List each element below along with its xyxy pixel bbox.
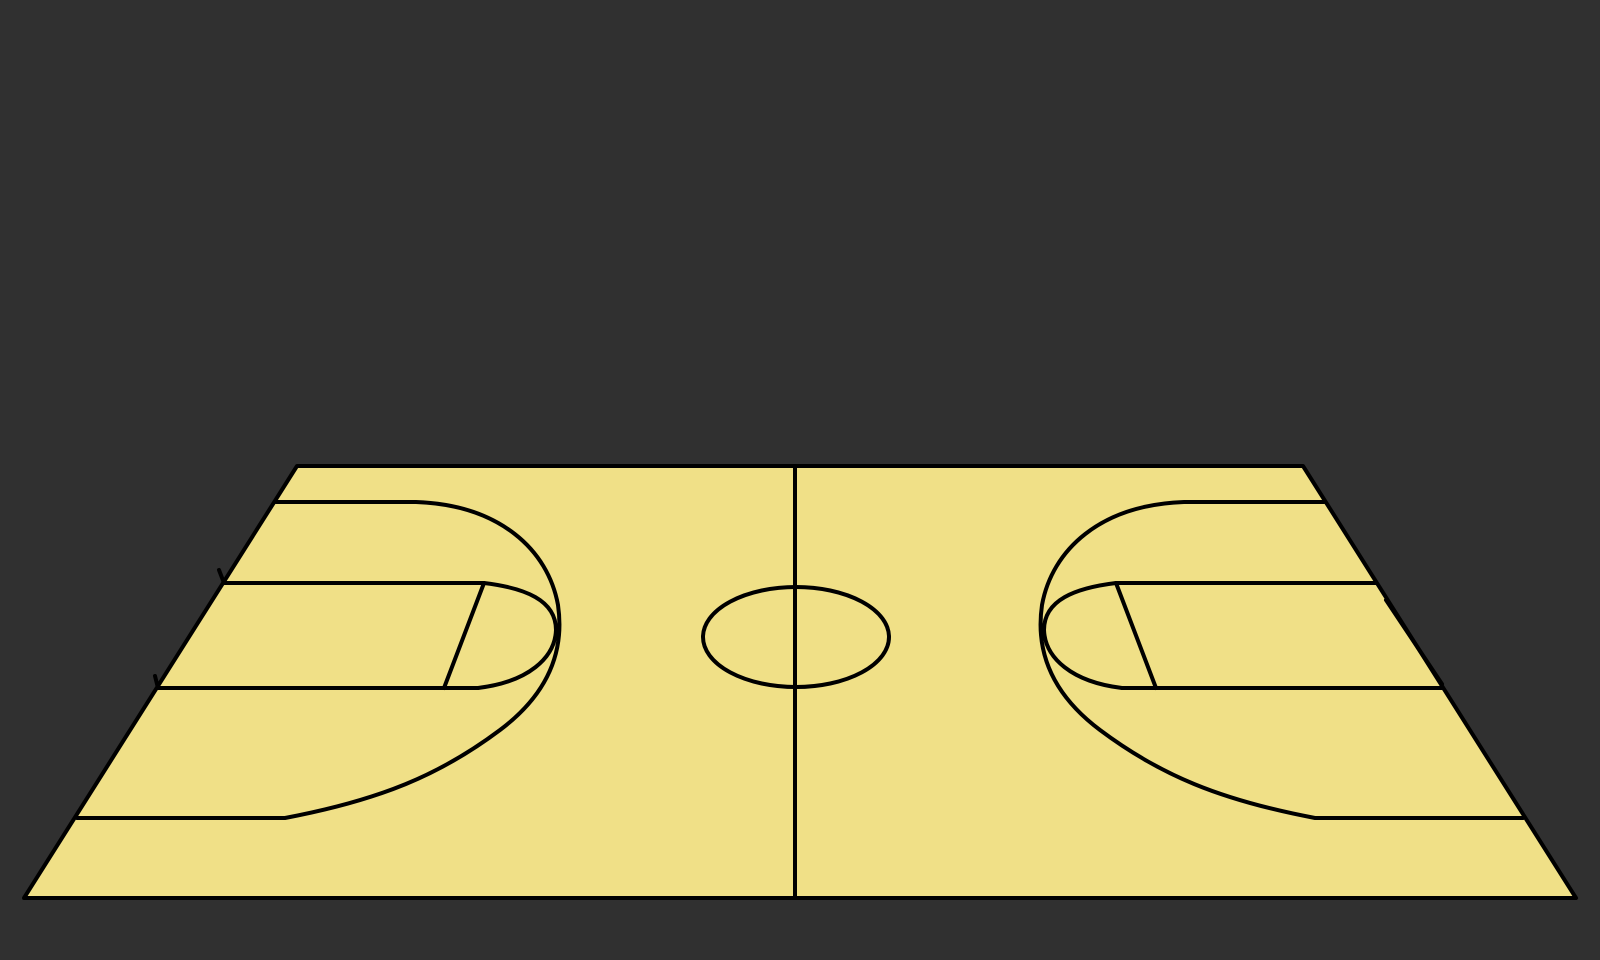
game-viewport	[0, 0, 1600, 960]
basketball-court	[22, 464, 1578, 900]
sideline-tick-left-1	[217, 568, 226, 585]
sideline-tick-left-2	[153, 674, 160, 690]
court-floor	[22, 464, 1578, 900]
